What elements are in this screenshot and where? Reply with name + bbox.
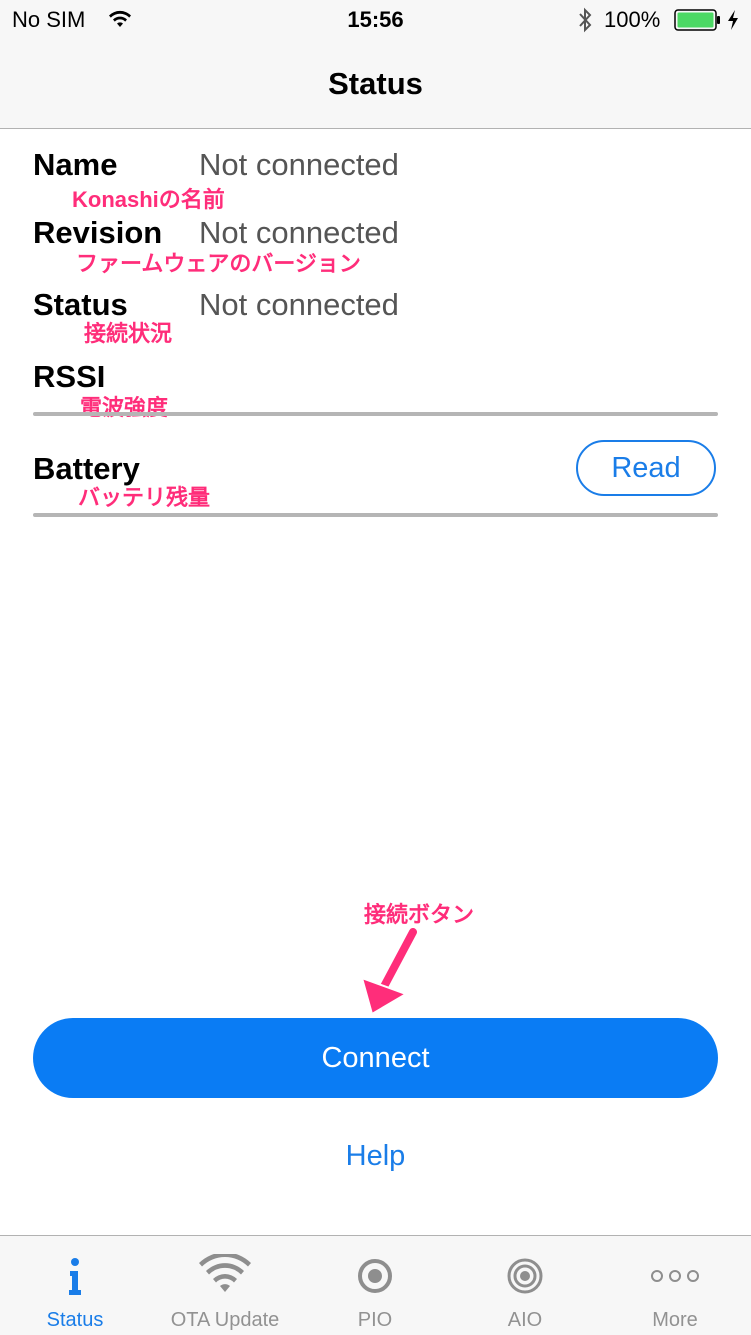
charging-bolt-icon: [726, 9, 740, 36]
more-dots-icon: [645, 1254, 705, 1298]
tab-label: Status: [46, 1309, 104, 1331]
tab-bar: Status OTA Update PIO AIO More: [0, 1235, 751, 1335]
name-value: Not connected: [199, 147, 399, 182]
revision-annotation: ファームウェアのバージョン: [76, 251, 361, 276]
name-label: Name: [33, 147, 118, 182]
status-value: Not connected: [199, 287, 399, 322]
status-annotation: 接続状況: [84, 321, 173, 346]
rssi-annotation: 電波強度: [80, 395, 169, 420]
connect-button[interactable]: Connect: [33, 1018, 718, 1098]
bluetooth-icon: [577, 7, 593, 38]
info-icon: [45, 1254, 105, 1298]
battery-bar: [33, 513, 718, 517]
annotation-arrow-icon: [358, 925, 422, 1023]
tab-ota-update[interactable]: OTA Update: [150, 1236, 300, 1335]
navigation-bar: Status: [0, 40, 751, 129]
radio-circle-icon: [345, 1254, 405, 1298]
tab-aio[interactable]: AIO: [450, 1236, 600, 1335]
connect-annotation: 接続ボタン: [364, 902, 475, 927]
tab-label: OTA Update: [170, 1309, 280, 1331]
tab-pio[interactable]: PIO: [300, 1236, 450, 1335]
tab-status[interactable]: Status: [0, 1236, 150, 1335]
battery-annotation: バッテリ残量: [78, 485, 211, 510]
battery-percent: 100%: [604, 7, 661, 32]
page-title: Status: [328, 66, 423, 101]
target-icon: [495, 1254, 555, 1298]
wifi-icon: [195, 1252, 255, 1298]
name-annotation: Konashiの名前: [72, 187, 225, 212]
status-bar: No SIM 15:56 100%: [0, 0, 751, 40]
tab-more[interactable]: More: [600, 1236, 750, 1335]
rssi-bar: [33, 412, 718, 416]
tab-label: AIO: [507, 1309, 543, 1331]
battery-icon: [674, 9, 722, 36]
tab-label: More: [652, 1309, 698, 1331]
help-link[interactable]: Help: [0, 1140, 751, 1173]
read-battery-button[interactable]: Read: [576, 440, 716, 496]
tab-label: PIO: [357, 1309, 393, 1331]
